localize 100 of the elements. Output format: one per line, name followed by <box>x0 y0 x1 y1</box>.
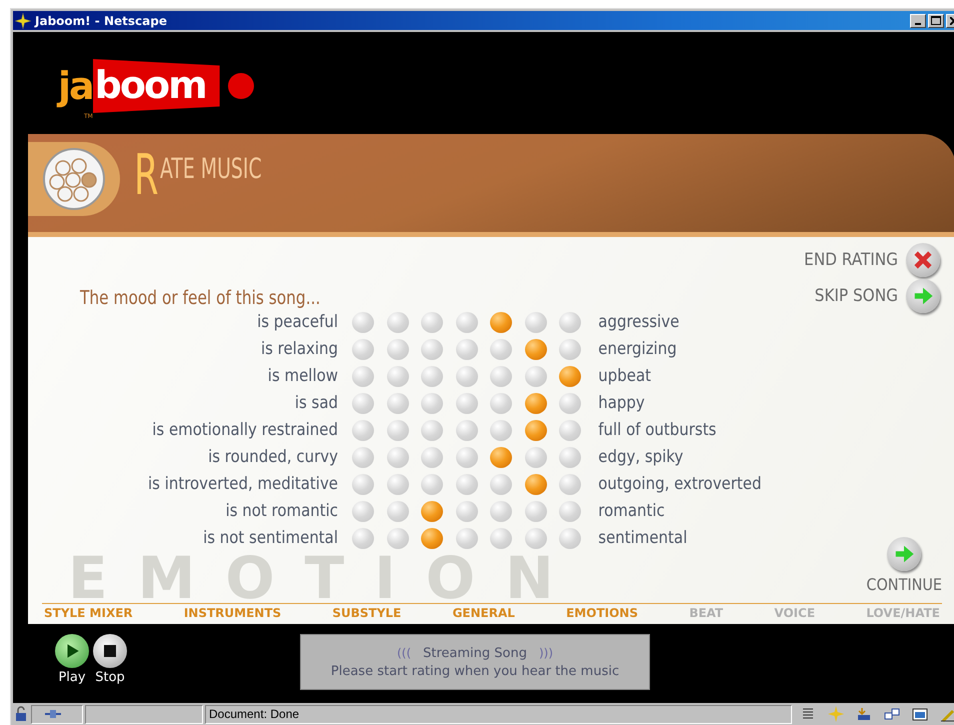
rating-dot[interactable] <box>352 501 374 522</box>
rating-dot[interactable] <box>490 447 512 468</box>
rating-dot[interactable] <box>524 366 546 387</box>
inbox-icon[interactable] <box>856 706 872 722</box>
rating-dot[interactable] <box>524 447 546 468</box>
scale-label: is peaceful <box>256 311 338 334</box>
stop-icon <box>102 643 118 659</box>
rating-dot[interactable] <box>421 447 443 468</box>
rating-dot[interactable] <box>456 501 478 522</box>
maximize-icon <box>931 16 941 25</box>
rating-dot[interactable] <box>352 366 374 387</box>
arrow-right-icon <box>912 285 934 307</box>
rating-dot[interactable] <box>490 312 512 333</box>
scale-label: is sad <box>294 392 338 415</box>
rating-dot[interactable] <box>559 420 581 441</box>
scale-label: happy <box>597 392 646 415</box>
maximize-button[interactable] <box>928 14 944 28</box>
stream-title: Streaming Song <box>423 646 527 660</box>
rating-dot[interactable] <box>352 447 374 468</box>
minimize-button[interactable] <box>910 14 926 28</box>
rating-dot[interactable] <box>524 528 546 549</box>
rating-dot[interactable] <box>559 312 581 333</box>
rating-dot[interactable] <box>456 312 478 333</box>
signal-mark: ((( <box>396 646 412 660</box>
rating-dot[interactable] <box>352 339 374 360</box>
rating-dot[interactable] <box>421 393 443 414</box>
scale-label: is relaxing <box>260 338 338 361</box>
section-tab[interactable]: GENERAL <box>450 606 517 620</box>
rating-dot[interactable] <box>559 528 581 549</box>
window-icon[interactable] <box>912 706 928 722</box>
arrow-right-icon <box>893 543 916 565</box>
rating-dot[interactable] <box>490 393 512 414</box>
rating-dot[interactable] <box>559 393 581 414</box>
rating-dot[interactable] <box>386 501 408 522</box>
rating-dot[interactable] <box>524 339 546 360</box>
rating-dot[interactable] <box>524 312 546 333</box>
section-tab[interactable]: EMOTIONS <box>564 606 640 620</box>
rating-dot[interactable] <box>352 312 374 333</box>
rating-dot[interactable] <box>352 393 374 414</box>
rating-dot[interactable] <box>559 366 581 387</box>
section-tab[interactable]: SUBSTYLE <box>330 606 404 620</box>
star-burst-icon <box>15 12 31 28</box>
scale-label: sentimental <box>597 527 688 550</box>
end-rating-button[interactable]: END RATING <box>804 243 940 277</box>
rating-dot[interactable] <box>456 339 478 360</box>
scale-label: outgoing, extroverted <box>597 473 762 496</box>
section-tab[interactable]: STYLE MIXER <box>42 606 135 620</box>
rating-dot[interactable] <box>456 366 478 387</box>
scale-label: is not sentimental <box>202 527 338 550</box>
chat-icon[interactable] <box>884 706 900 722</box>
lock-icon <box>13 706 29 722</box>
rating-dot[interactable] <box>524 420 546 441</box>
rating-dot[interactable] <box>490 474 512 495</box>
rating-dot[interactable] <box>421 312 443 333</box>
skip-song-button[interactable]: SKIP SONG <box>814 279 940 313</box>
rating-dot[interactable] <box>386 474 408 495</box>
rating-dot[interactable] <box>421 366 443 387</box>
scale-label: is not romantic <box>224 500 338 523</box>
rating-dot[interactable] <box>386 393 408 414</box>
star-burst-icon[interactable] <box>828 706 844 722</box>
rating-dot[interactable] <box>524 501 546 522</box>
rating-dot[interactable] <box>490 501 512 522</box>
rating-dot[interactable] <box>456 474 478 495</box>
rating-dot[interactable] <box>559 501 581 522</box>
rating-dot[interactable] <box>559 339 581 360</box>
rating-dot[interactable] <box>352 474 374 495</box>
rating-dot[interactable] <box>456 447 478 468</box>
scale-label: is emotionally restrained <box>151 419 338 442</box>
rating-dot[interactable] <box>456 420 478 441</box>
rating-dot[interactable] <box>421 528 443 549</box>
rating-dot[interactable] <box>456 528 478 549</box>
rating-dot[interactable] <box>559 447 581 468</box>
continue-button[interactable]: CONTINUE <box>866 537 942 594</box>
section-tab[interactable]: INSTRUMENTS <box>182 606 284 620</box>
rating-dot[interactable] <box>421 420 443 441</box>
rating-dot[interactable] <box>386 312 408 333</box>
stream-message: Please start rating when you hear the music <box>330 664 620 678</box>
rating-dot[interactable] <box>421 501 443 522</box>
rating-dot[interactable] <box>559 474 581 495</box>
scale-label: edgy, spiky <box>597 446 684 469</box>
rating-dot[interactable] <box>386 366 408 387</box>
rating-dot[interactable] <box>524 393 546 414</box>
rating-dot[interactable] <box>386 447 408 468</box>
rating-dot[interactable] <box>524 474 546 495</box>
rating-dot[interactable] <box>490 528 512 549</box>
scale-label: romantic <box>597 500 666 523</box>
rating-dot[interactable] <box>386 339 408 360</box>
rating-dot[interactable] <box>490 366 512 387</box>
rating-dot[interactable] <box>421 474 443 495</box>
rating-dot[interactable] <box>490 339 512 360</box>
rating-dot[interactable] <box>386 420 408 441</box>
rating-dot[interactable] <box>490 420 512 441</box>
close-icon <box>912 249 934 271</box>
window-title: Jaboom! - Netscape <box>35 14 167 28</box>
rating-dot[interactable] <box>386 528 408 549</box>
rating-dot[interactable] <box>456 393 478 414</box>
scale-label: upbeat <box>597 365 652 388</box>
rating-dot[interactable] <box>352 528 374 549</box>
rating-dot[interactable] <box>352 420 374 441</box>
rating-dot[interactable] <box>421 339 443 360</box>
